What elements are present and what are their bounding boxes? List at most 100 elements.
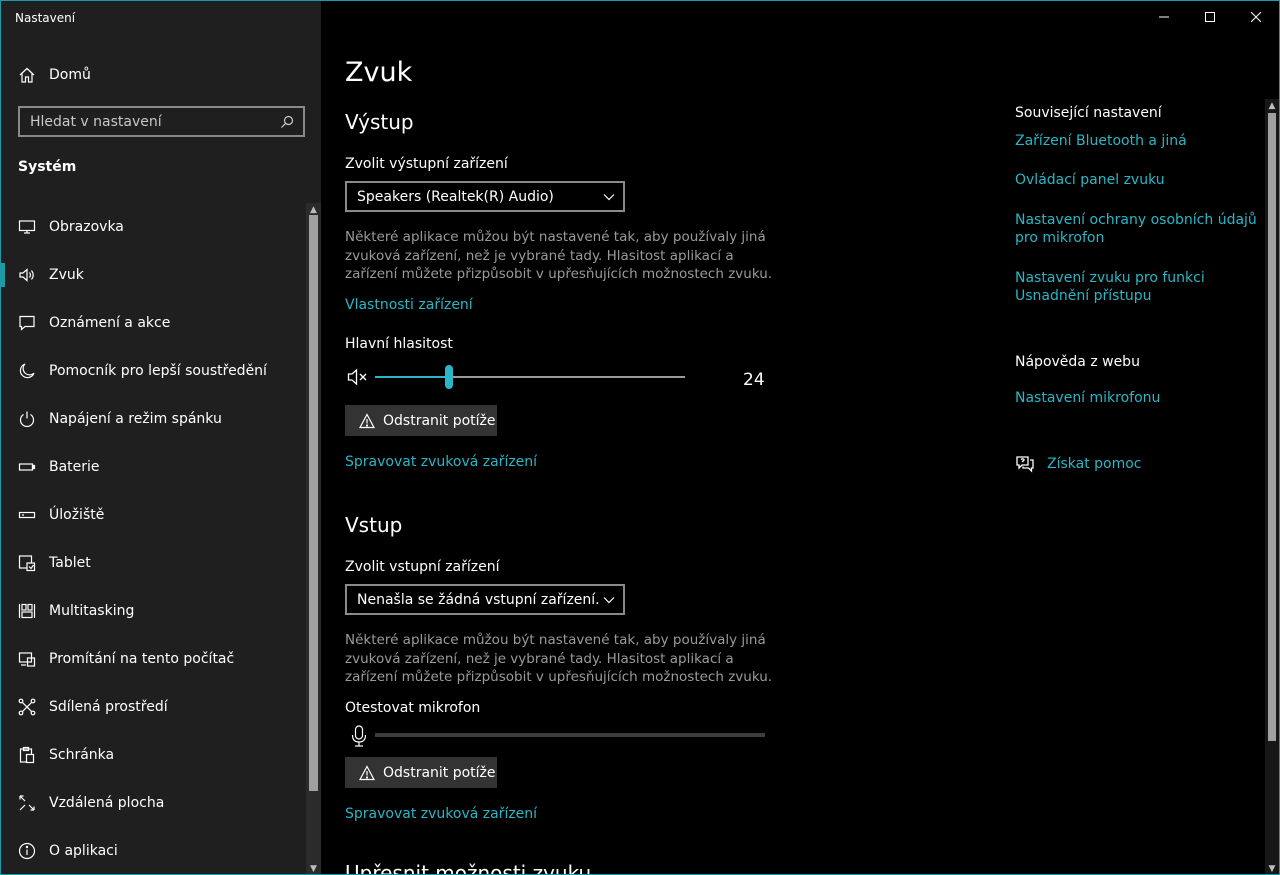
output-device-dropdown[interactable]: Speakers (Realtek(R) Audio) [345,181,625,212]
clipboard-icon [18,746,36,764]
sidebar-item-vzdalena[interactable]: Vzdálená plocha [1,779,305,827]
group-title: Systém [18,159,77,175]
home-icon [18,66,36,84]
test-microphone-label: Otestovat mikrofon [345,700,481,716]
scroll-down-arrow-icon[interactable]: ▼ [306,862,321,874]
chevron-down-icon [603,597,615,604]
battery-icon [18,458,36,476]
output-device-label: Zvolit výstupní zařízení [345,156,508,172]
sidebar-item-label: Zvuk [49,267,84,283]
sidebar-item-obrazovka[interactable]: Obrazovka [1,203,305,251]
slider-thumb[interactable] [445,365,454,389]
input-device-value: Nenašla se žádná vstupní zařízení. [357,591,600,608]
related-link-microphone-privacy[interactable]: Nastavení ochrany osobních údajů pro mik… [1015,211,1260,247]
sidebar-scroll-thumb[interactable] [309,215,318,791]
warning-icon [359,764,375,780]
sidebar-item-label: Promítání na tento počítač [49,651,235,667]
info-icon [18,842,36,860]
related-link-sound-control-panel[interactable]: Ovládací panel zvuku [1015,171,1260,189]
sidebar-home[interactable]: Domů [1,57,321,93]
scroll-down-arrow-icon[interactable]: ▼ [1265,862,1279,874]
sidebar-item-label: Sdílená prostředí [49,699,168,715]
search-icon[interactable] [275,110,299,134]
search-input[interactable] [20,112,275,131]
warning-icon [359,412,375,428]
sidebar-nav: Obrazovka Zvuk Oznámení a akce Pomocník … [1,203,305,874]
sidebar-item-tablet[interactable]: Tablet [1,539,305,587]
web-help-link-microphone[interactable]: Nastavení mikrofonu [1015,389,1260,407]
sidebar-item-label: Vzdálená plocha [49,795,165,811]
settings-window: Nastavení Domů Systém Ob [0,0,1280,875]
output-device-value: Speakers (Realtek(R) Audio) [357,188,554,205]
microphone-icon [351,725,367,747]
master-volume-slider[interactable] [375,365,685,389]
input-device-label: Zvolit vstupní zařízení [345,559,500,575]
sidebar-item-label: Tablet [49,555,91,571]
sidebar-item-label: Pomocník pro lepší soustředění [49,363,267,379]
sidebar-item-oznameni[interactable]: Oznámení a akce [1,299,305,347]
related-settings-title: Související nastavení [1015,105,1162,121]
moon-icon [18,362,36,380]
sidebar-item-label: Baterie [49,459,100,475]
sidebar-item-schranka[interactable]: Schránka [1,731,305,779]
storage-icon [18,506,36,524]
sidebar-item-label: Úložiště [49,507,105,523]
main-scrollbar[interactable]: ▲ ▼ [1265,99,1279,874]
input-section-title: Vstup [345,513,403,537]
search-box[interactable] [18,106,305,137]
microphone-level-bar [375,733,765,737]
input-device-dropdown[interactable]: Nenašla se žádná vstupní zařízení. [345,584,625,615]
chat-help-icon [1016,456,1034,473]
projecting-icon [18,650,36,668]
sidebar-item-label: Oznámení a akce [49,315,171,331]
master-volume-label: Hlavní hlasitost [345,336,453,352]
main-scroll-thumb[interactable] [1268,113,1276,741]
slider-fill [375,376,450,378]
scroll-up-arrow-icon[interactable]: ▲ [1265,99,1279,113]
related-link-ease-of-access[interactable]: Nastavení zvuku pro funkci Usnadnění pří… [1015,269,1260,305]
input-manage-devices-link[interactable]: Spravovat zvuková zařízení [345,806,537,822]
sidebar-item-label: O aplikaci [49,843,118,859]
shared-experiences-icon [18,698,36,716]
sidebar-item-label: Napájení a režim spánku [49,411,222,427]
sidebar-item-o-aplikaci[interactable]: O aplikaci [1,827,305,874]
button-label: Odstranit potíže [383,764,496,781]
power-icon [18,410,36,428]
tablet-icon [18,554,36,572]
input-description: Některé aplikace můžou být nastavené tak… [345,632,773,685]
output-manage-devices-link[interactable]: Spravovat zvuková zařízení [345,454,537,470]
sidebar-item-soustredeni[interactable]: Pomocník pro lepší soustředění [1,347,305,395]
related-link-bluetooth[interactable]: Zařízení Bluetooth a jiná [1015,132,1260,150]
device-properties-link[interactable]: Vlastnosti zařízení [345,297,473,313]
page-title: Zvuk [345,57,413,88]
sidebar-item-sdilena[interactable]: Sdílená prostředí [1,683,305,731]
sidebar-item-promitani[interactable]: Promítání na tento počítač [1,635,305,683]
sidebar-item-label: Multitasking [49,603,135,619]
sidebar-item-zvuk[interactable]: Zvuk [1,251,305,299]
web-help-title: Nápověda z webu [1015,354,1140,370]
notification-icon [18,314,36,332]
sidebar-scrollbar[interactable]: ▲ ▼ [306,203,321,874]
speaker-icon [18,266,36,284]
get-help-link[interactable]: Získat pomoc [1015,454,1142,474]
output-description: Některé aplikace můžou být nastavené tak… [345,229,773,282]
monitor-icon [18,218,36,236]
sidebar-item-multitasking[interactable]: Multitasking [1,587,305,635]
button-label: Odstranit potíže [383,412,496,429]
output-troubleshoot-button[interactable]: Odstranit potíže [345,405,497,436]
get-help-label: Získat pomoc [1047,456,1142,472]
advanced-sound-options-title: Upřesnit možnosti zvuku [345,861,592,875]
input-troubleshoot-button[interactable]: Odstranit potíže [345,757,497,788]
main-content: Zvuk Výstup Zvolit výstupní zařízení Spe… [321,1,1266,875]
app-title: Nastavení [15,11,76,25]
sidebar-item-label: Schránka [49,747,115,763]
sidebar-item-label: Obrazovka [49,219,124,235]
sidebar-item-napajeni[interactable]: Napájení a režim spánku [1,395,305,443]
sidebar: Nastavení Domů Systém Ob [1,1,321,874]
sidebar-item-baterie[interactable]: Baterie [1,443,305,491]
multitasking-icon [18,602,36,620]
remote-desktop-icon [18,794,36,812]
volume-value: 24 [743,370,765,390]
speaker-mute-icon[interactable] [347,367,369,387]
sidebar-item-uloziste[interactable]: Úložiště [1,491,305,539]
